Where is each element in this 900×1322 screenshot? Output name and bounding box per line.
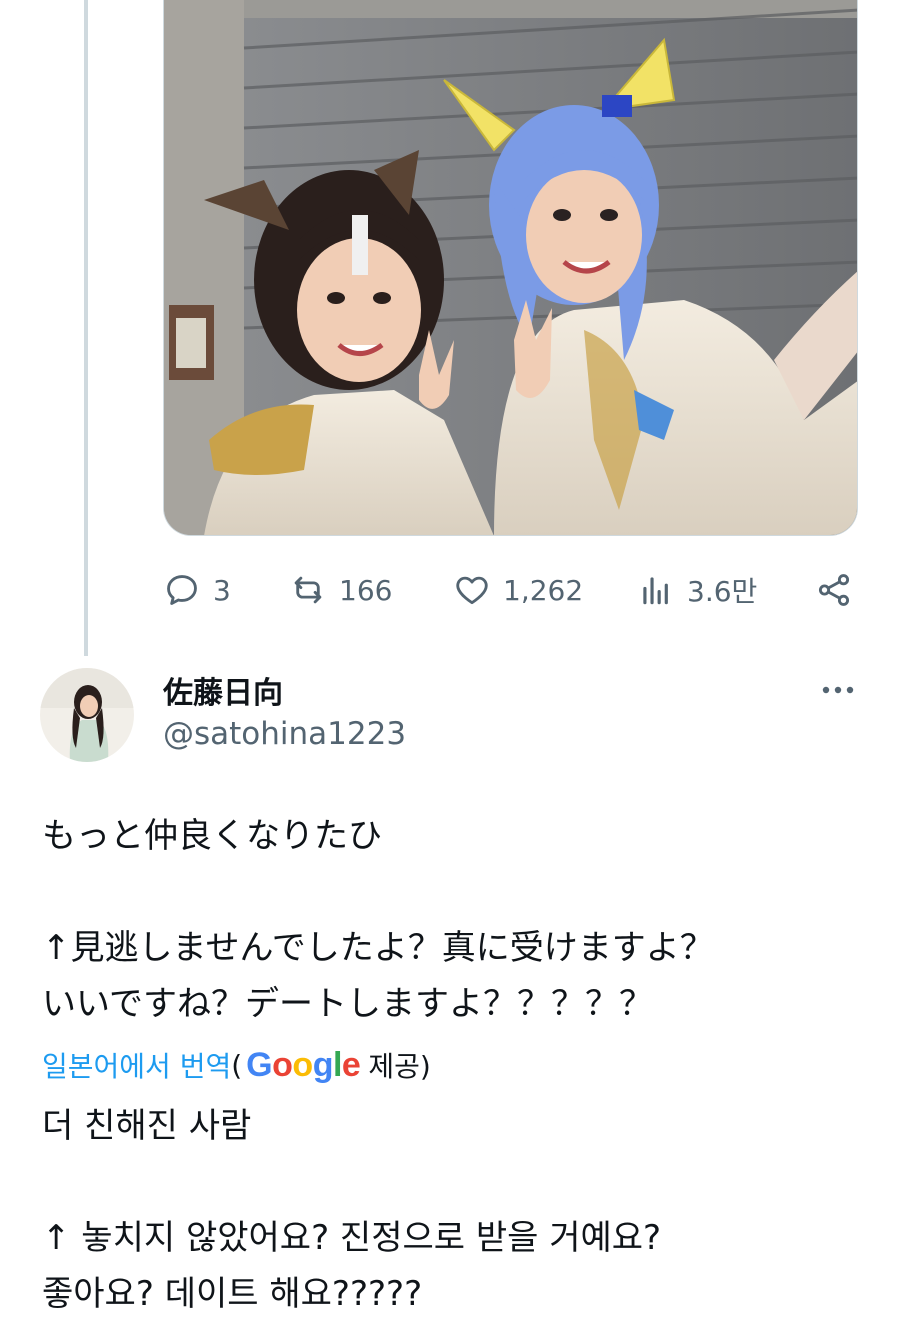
- reply-button[interactable]: 3: [163, 566, 231, 614]
- tweet-text-line: いいですね？デートしますよ？？？？？: [42, 984, 653, 1024]
- open-paren: (: [231, 1048, 243, 1082]
- repost-count: 166: [339, 573, 393, 607]
- repost-button[interactable]: 166: [289, 566, 392, 614]
- views-button[interactable]: 3.6만: [637, 566, 757, 614]
- more-icon: [822, 686, 854, 694]
- views-count: 3.6만: [687, 575, 758, 608]
- reply-count: 3: [213, 573, 231, 607]
- display-name[interactable]: 佐藤日向: [163, 668, 283, 712]
- repost-icon: [294, 576, 322, 604]
- translated-line: ↑ 놓치지 않았어요? 진정으로 받을 거예요?: [42, 1218, 662, 1258]
- provided-label: 제공): [368, 1050, 431, 1083]
- translation-attribution: 일본어에서 번역 ( Google 제공): [42, 1040, 431, 1090]
- like-icon: [456, 576, 488, 605]
- tweet-text-line: もっと仲良くなりたひ: [42, 816, 382, 856]
- avatar-image: [40, 668, 134, 762]
- tweet-media-photo[interactable]: [163, 0, 858, 536]
- google-logo: Google: [246, 1045, 361, 1084]
- like-button[interactable]: 1,262: [453, 566, 583, 614]
- share-icon: [818, 574, 850, 606]
- translated-line: [42, 1154, 862, 1210]
- engagement-bar: 3 166 1,262 3.6만: [163, 566, 863, 614]
- share-button[interactable]: [815, 566, 853, 614]
- tweet-text-line: ↑見逃しませんでしたよ？真に受けますよ？: [42, 928, 714, 968]
- avatar[interactable]: [40, 668, 134, 762]
- tweet-text-line: [42, 864, 862, 920]
- views-icon: [643, 577, 668, 605]
- translated-line: 더 친해진 사람: [42, 1106, 252, 1146]
- translated-text: 더 친해진 사람 ↑ 놓치지 않았어요? 진정으로 받을 거예요? 좋아요? 데…: [42, 1098, 862, 1322]
- translate-link[interactable]: 일본어에서 번역: [42, 1045, 231, 1085]
- photo-illustration: [164, 0, 857, 535]
- tweet-text: もっと仲良くなりたひ ↑見逃しませんでしたよ？真に受けますよ？ いいですね？デー…: [42, 808, 862, 1032]
- thread-connector-line: [84, 0, 88, 656]
- translated-line: 좋아요? 데이트 해요?????: [42, 1274, 423, 1314]
- like-count: 1,262: [503, 573, 584, 607]
- user-handle[interactable]: @satohina1223: [163, 716, 406, 752]
- reply-icon: [167, 575, 197, 605]
- more-options-button[interactable]: [814, 672, 862, 708]
